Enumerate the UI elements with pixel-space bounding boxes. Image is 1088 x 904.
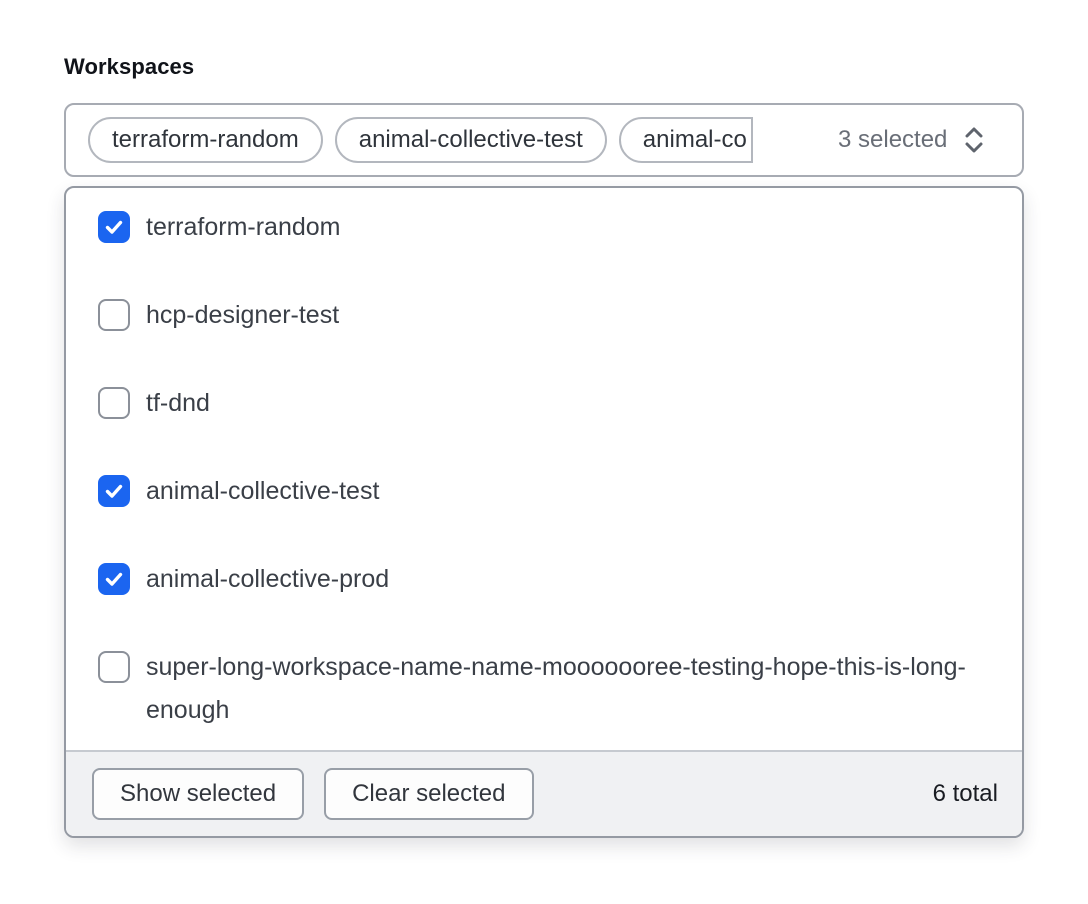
option-label: super-long-workspace-name-name-moooooore… <box>146 646 976 732</box>
checkmark-icon <box>103 568 125 590</box>
checkmark-icon <box>103 216 125 238</box>
checkbox[interactable] <box>98 299 130 331</box>
tag-terraform-random[interactable]: terraform-random <box>88 117 323 163</box>
selected-tags: terraform-random animal-collective-test … <box>88 117 824 163</box>
show-selected-button[interactable]: Show selected <box>92 768 304 820</box>
clear-selected-button[interactable]: Clear selected <box>324 768 533 820</box>
option-row[interactable]: tf-dnd <box>98 382 976 425</box>
field-label: Workspaces <box>64 54 194 80</box>
total-count-label: 6 total <box>933 780 998 808</box>
option-row[interactable]: hcp-designer-test <box>98 294 976 337</box>
option-label: animal-collective-test <box>146 470 379 513</box>
multiselect-trigger[interactable]: terraform-random animal-collective-test … <box>64 103 1024 177</box>
checkbox[interactable] <box>98 387 130 419</box>
checkbox[interactable] <box>98 475 130 507</box>
option-label: tf-dnd <box>146 382 210 425</box>
checkbox[interactable] <box>98 651 130 683</box>
tag-animal-collective-test[interactable]: animal-collective-test <box>335 117 607 163</box>
option-row[interactable]: animal-collective-prod <box>98 558 976 601</box>
option-label: terraform-random <box>146 206 341 249</box>
option-label: hcp-designer-test <box>146 294 339 337</box>
checkbox[interactable] <box>98 211 130 243</box>
checkbox[interactable] <box>98 563 130 595</box>
options-list: terraform-random hcp-designer-test tf-dn… <box>66 188 1022 750</box>
chevron-up-down-icon <box>961 123 987 157</box>
dropdown-footer: Show selected Clear selected 6 total <box>66 750 1022 836</box>
workspaces-multiselect: Workspaces terraform-random animal-colle… <box>0 0 1088 904</box>
dropdown-panel: terraform-random hcp-designer-test tf-dn… <box>64 186 1024 838</box>
tag-animal-collective-prod-clipped[interactable]: animal-co <box>619 117 753 163</box>
option-row[interactable]: super-long-workspace-name-name-moooooore… <box>98 646 976 732</box>
checkmark-icon <box>103 480 125 502</box>
option-row[interactable]: animal-collective-test <box>98 470 976 513</box>
option-label: animal-collective-prod <box>146 558 389 601</box>
selected-count-label: 3 selected <box>838 126 947 154</box>
option-row[interactable]: terraform-random <box>98 206 976 249</box>
